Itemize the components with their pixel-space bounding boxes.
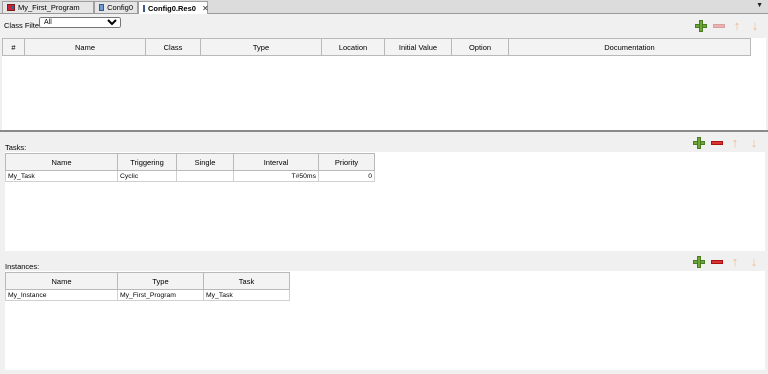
move-up-icon[interactable]: ↑ — [729, 136, 741, 149]
column-header-type[interactable]: Type — [200, 38, 322, 56]
add-instance-icon[interactable] — [693, 256, 705, 268]
tasks-label: Tasks: — [5, 143, 27, 152]
instances-label: Instances: — [5, 262, 40, 271]
task-name-cell[interactable]: My_Task — [5, 170, 118, 182]
move-up-icon[interactable]: ↑ — [731, 19, 743, 32]
tasks-table: Name Triggering Single Interval Priority… — [5, 153, 375, 182]
tasks-header-row: Name Triggering Single Interval Priority — [5, 153, 375, 171]
move-down-icon[interactable]: ↓ — [748, 136, 760, 149]
column-header-type[interactable]: Type — [117, 272, 204, 290]
resource-icon — [143, 4, 145, 12]
task-interval-cell[interactable]: T#50ms — [233, 170, 319, 182]
tab-label: My_First_Program — [18, 3, 80, 12]
class-filter-select[interactable]: All — [39, 17, 121, 28]
tab-list-dropdown-icon[interactable]: ▼ — [756, 2, 763, 9]
move-up-icon[interactable]: ↑ — [729, 255, 741, 268]
close-icon[interactable]: ✕ — [202, 4, 209, 13]
instance-type-cell[interactable]: My_First_Program — [117, 289, 204, 301]
editor-tab-bar: My_First_Program Config0 Config0.Res0 ✕ … — [0, 0, 768, 14]
column-header-single[interactable]: Single — [176, 153, 234, 171]
class-filter-label: Class Filter: — [4, 21, 44, 30]
move-down-icon[interactable]: ↓ — [749, 19, 761, 32]
table-row[interactable]: My_Instance My_First_Program My_Task — [5, 289, 290, 301]
move-down-icon[interactable]: ↓ — [748, 255, 760, 268]
task-priority-cell[interactable]: 0 — [318, 170, 375, 182]
add-variable-icon[interactable] — [695, 20, 707, 32]
instance-task-cell[interactable]: My_Task — [203, 289, 290, 301]
column-header-name[interactable]: Name — [5, 153, 118, 171]
program-icon — [7, 4, 15, 11]
column-header-documentation[interactable]: Documentation — [508, 38, 751, 56]
task-triggering-cell[interactable]: Cyclic — [117, 170, 177, 182]
add-task-icon[interactable] — [693, 137, 705, 149]
column-header-interval[interactable]: Interval — [233, 153, 319, 171]
instances-panel: Instances: ↑ ↓ Name Type Task My_Instanc… — [0, 251, 768, 374]
variables-header-row: # Name Class Type Location Initial Value… — [2, 38, 751, 56]
config-icon — [99, 4, 105, 11]
column-header-class[interactable]: Class — [145, 38, 201, 56]
tab-my-first-program[interactable]: My_First_Program — [2, 1, 94, 13]
instances-table: Name Type Task My_Instance My_First_Prog… — [5, 272, 290, 301]
column-header-index[interactable]: # — [2, 38, 25, 56]
column-header-name[interactable]: Name — [5, 272, 118, 290]
column-header-name[interactable]: Name — [24, 38, 146, 56]
instance-name-cell[interactable]: My_Instance — [5, 289, 118, 301]
column-header-task[interactable]: Task — [203, 272, 290, 290]
column-header-priority[interactable]: Priority — [318, 153, 375, 171]
instances-header-row: Name Type Task — [5, 272, 290, 290]
remove-task-icon[interactable] — [711, 137, 723, 149]
tab-label: Config0.Res0 — [148, 3, 196, 13]
remove-variable-icon[interactable] — [713, 20, 725, 32]
task-single-cell[interactable] — [176, 170, 234, 182]
tab-label: Config0 — [107, 3, 133, 12]
variables-panel: Class Filter: All ↑ ↓ # Name Class Type … — [0, 14, 768, 131]
column-header-location[interactable]: Location — [321, 38, 385, 56]
tasks-panel: Tasks: ↑ ↓ Name Triggering Single Interv… — [0, 132, 768, 251]
column-header-initial-value[interactable]: Initial Value — [384, 38, 452, 56]
tab-config0-res0[interactable]: Config0.Res0 ✕ — [138, 1, 209, 14]
column-header-triggering[interactable]: Triggering — [117, 153, 177, 171]
remove-instance-icon[interactable] — [711, 256, 723, 268]
table-row[interactable]: My_Task Cyclic T#50ms 0 — [5, 170, 375, 182]
column-header-option[interactable]: Option — [451, 38, 509, 56]
tab-config0[interactable]: Config0 — [94, 1, 138, 13]
variables-table: # Name Class Type Location Initial Value… — [2, 38, 751, 56]
